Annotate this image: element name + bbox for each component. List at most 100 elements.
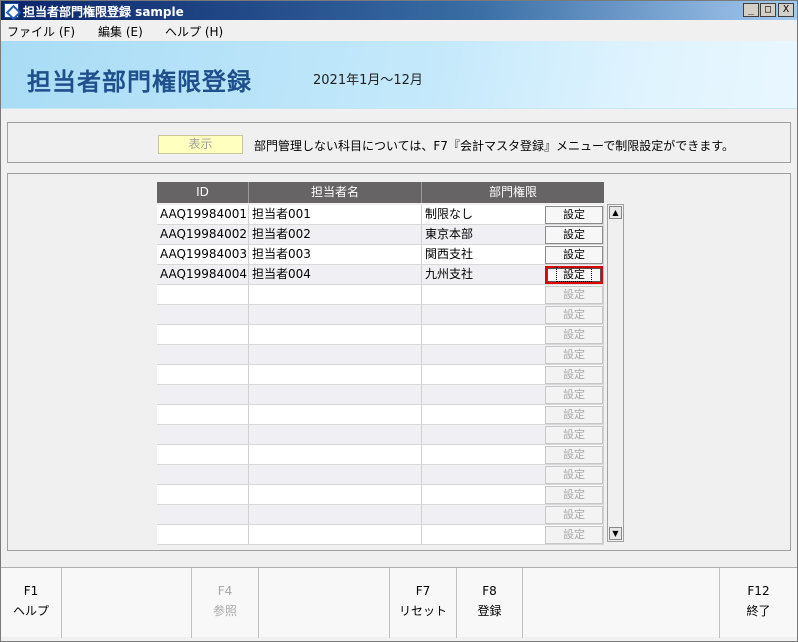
- table-row[interactable]: 設定: [157, 365, 604, 385]
- scroll-down-icon[interactable]: ▼: [609, 527, 622, 540]
- setting-button: 設定: [545, 526, 603, 544]
- table-row[interactable]: 設定: [157, 485, 604, 505]
- close-button[interactable]: X: [778, 3, 794, 17]
- fkey-key: F8: [482, 584, 497, 598]
- fkey-blank: [259, 568, 390, 638]
- cell-name: [249, 305, 422, 325]
- cell-id: [157, 345, 249, 365]
- fkey-blank: [62, 568, 192, 638]
- cell-name: [249, 465, 422, 485]
- menu-bar: ファイル (F) 編集 (E) ヘルプ (H): [1, 20, 797, 41]
- fkey-label: 参照: [212, 604, 237, 618]
- title-bar[interactable]: 担当者部門権限登録 sample _ □ X: [1, 1, 797, 20]
- setting-button-label: 設定: [563, 248, 585, 261]
- setting-button[interactable]: 設定: [545, 226, 603, 244]
- fkey-label: 終了: [746, 604, 771, 618]
- table-row[interactable]: AAQ19984004 担当者004 九州支社 設定: [157, 265, 604, 285]
- cell-id: [157, 365, 249, 385]
- table-row[interactable]: 設定: [157, 345, 604, 365]
- table-row[interactable]: 設定: [157, 325, 604, 345]
- menu-file[interactable]: ファイル (F): [7, 23, 75, 40]
- setting-button: 設定: [545, 366, 603, 384]
- setting-button-label: 設定: [563, 428, 585, 441]
- cell-id: [157, 525, 249, 545]
- table-row[interactable]: 設定: [157, 385, 604, 405]
- table-row[interactable]: 設定: [157, 405, 604, 425]
- minimize-button[interactable]: _: [743, 3, 759, 17]
- fkey-f12[interactable]: F12 終了: [720, 568, 797, 638]
- setting-button: 設定: [545, 306, 603, 324]
- table-row[interactable]: 設定: [157, 505, 604, 525]
- table-row[interactable]: 設定: [157, 525, 604, 545]
- fkey-f7[interactable]: F7 リセット: [390, 568, 457, 638]
- cell-id: [157, 425, 249, 445]
- grid-scrollbar[interactable]: ▲ ▼: [607, 204, 624, 542]
- fkey-key: F1: [23, 584, 39, 598]
- setting-button[interactable]: 設定: [545, 266, 603, 284]
- table-row[interactable]: AAQ19984002 担当者002 東京本部 設定: [157, 225, 604, 245]
- cell-name: [249, 345, 422, 365]
- grid-header: ID 担当者名 部門権限: [157, 182, 604, 203]
- setting-button: 設定: [545, 466, 603, 484]
- fkey-label: リセット: [398, 604, 447, 618]
- setting-button: 設定: [545, 446, 603, 464]
- setting-button-label: 設定: [563, 328, 585, 341]
- setting-button-label: 設定: [563, 508, 585, 521]
- cell-name: [249, 405, 422, 425]
- table-row[interactable]: 設定: [157, 445, 604, 465]
- table-row[interactable]: AAQ19984003 担当者003 関西支社 設定: [157, 245, 604, 265]
- menu-help[interactable]: ヘルプ (H): [165, 23, 223, 40]
- cell-id: [157, 385, 249, 405]
- fkey-f8[interactable]: F8 登録: [457, 568, 523, 638]
- show-button[interactable]: 表示: [158, 135, 243, 154]
- cell-id: [157, 285, 249, 305]
- table-row[interactable]: 設定: [157, 425, 604, 445]
- info-panel: 表示 部門管理しない科目については、F7『会計マスタ登録』メニューで制限設定がで…: [7, 122, 791, 163]
- cell-id: [157, 325, 249, 345]
- fkey-key: F12: [747, 584, 770, 598]
- cell-id: [157, 485, 249, 505]
- cell-id: [157, 305, 249, 325]
- cell-id: AAQ19984002: [157, 225, 249, 245]
- setting-button[interactable]: 設定: [545, 206, 603, 224]
- table-row[interactable]: 設定: [157, 465, 604, 485]
- setting-button-label: 設定: [563, 388, 585, 401]
- table-row[interactable]: AAQ19984001 担当者001 制限なし 設定: [157, 205, 604, 225]
- fkey-key: F7: [415, 584, 431, 598]
- cell-name: [249, 485, 422, 505]
- cell-name: [249, 505, 422, 525]
- setting-button: 設定: [545, 346, 603, 364]
- setting-button-label: 設定: [563, 308, 585, 321]
- setting-button-label: 設定: [563, 228, 585, 241]
- function-key-bar: F1 ヘルプ F4 参照 F7 リセット F8 登録 F12 終了: [1, 567, 797, 638]
- page-title: 担当者部門権限登録: [27, 68, 252, 96]
- setting-button[interactable]: 設定: [545, 246, 603, 264]
- table-row[interactable]: 設定: [157, 305, 604, 325]
- cell-id: AAQ19984003: [157, 245, 249, 265]
- cell-id: [157, 465, 249, 485]
- cell-id: AAQ19984004: [157, 265, 249, 285]
- scroll-up-icon[interactable]: ▲: [609, 206, 622, 219]
- setting-button: 設定: [545, 326, 603, 344]
- fkey-f1[interactable]: F1 ヘルプ: [1, 568, 62, 638]
- setting-button-label: 設定: [563, 408, 585, 421]
- cell-id: [157, 405, 249, 425]
- fiscal-period: 2021年1月～12月: [313, 73, 423, 88]
- cell-id: [157, 505, 249, 525]
- setting-button-label: 設定: [563, 348, 585, 361]
- setting-button: 設定: [545, 386, 603, 404]
- cell-name: 担当者001: [249, 205, 422, 225]
- cell-name: [249, 325, 422, 345]
- maximize-button[interactable]: □: [760, 3, 776, 17]
- setting-button-label: 設定: [563, 488, 585, 501]
- cell-name: [249, 365, 422, 385]
- cell-name: [249, 285, 422, 305]
- cell-name: 担当者002: [249, 225, 422, 245]
- setting-button: 設定: [545, 406, 603, 424]
- cell-id: [157, 445, 249, 465]
- table-row[interactable]: 設定: [157, 285, 604, 305]
- setting-button-label: 設定: [556, 267, 592, 282]
- column-header-id: ID: [157, 182, 249, 203]
- menu-edit[interactable]: 編集 (E): [98, 23, 143, 40]
- setting-button-label: 設定: [563, 368, 585, 381]
